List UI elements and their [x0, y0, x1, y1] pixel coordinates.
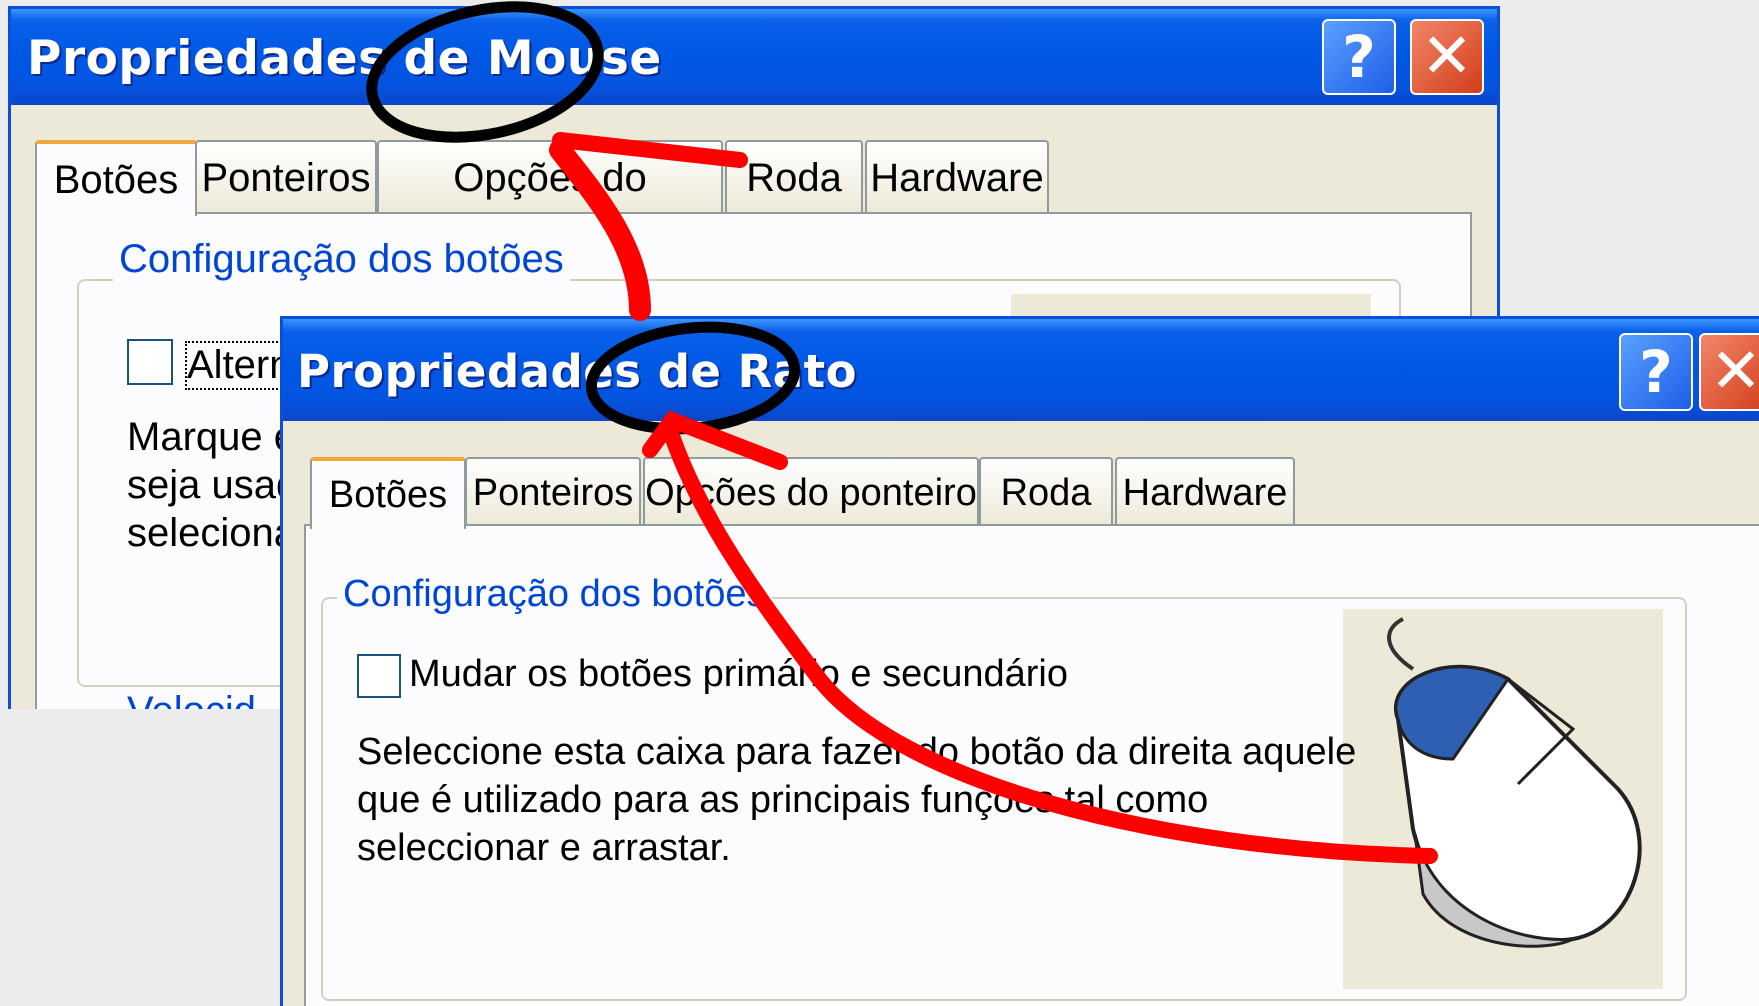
- tab-botoes[interactable]: Botões: [310, 457, 466, 529]
- mouse-preview-area: [1343, 609, 1663, 989]
- description-line-1: Marque e: [127, 415, 296, 459]
- tab-hardware[interactable]: Hardware: [865, 140, 1049, 214]
- checkbox-label[interactable]: Mudar os botões primário e secundário: [409, 653, 1068, 696]
- close-button[interactable]: ✕: [1410, 19, 1484, 95]
- swap-buttons-checkbox[interactable]: [127, 339, 173, 385]
- tab-opcoes-do-ponteiro[interactable]: Opções do ponteiro: [643, 457, 979, 527]
- tab-roda[interactable]: Roda: [725, 140, 863, 214]
- tab-roda[interactable]: Roda: [979, 457, 1113, 527]
- tab-ponteiros[interactable]: Ponteiros: [465, 457, 641, 527]
- tab-ponteiros[interactable]: Ponteiros: [195, 140, 377, 214]
- window-title: Propriedades de Rato: [297, 345, 858, 398]
- group-title: Configuração dos botões: [337, 573, 772, 616]
- description-line-1: Seleccione esta caixa para fazer do botã…: [357, 731, 1357, 773]
- close-button[interactable]: ✕: [1699, 333, 1759, 411]
- tab-botoes[interactable]: Botões: [35, 140, 197, 216]
- description-line-2: que é utilizado para as principais funçõ…: [357, 779, 1209, 821]
- mouse-illustration: [1387, 617, 1642, 948]
- description-line-2: seja usad: [127, 463, 299, 507]
- title-bar[interactable]: Propriedades de Rato ? ✕: [283, 319, 1759, 421]
- tab-opcoes-do-ponteiro[interactable]: Opções do ponteiro: [377, 140, 723, 272]
- window-title: Propriedades de Mouse: [27, 31, 662, 86]
- description-line-3: seleccionar e arrastar.: [357, 827, 731, 869]
- group-title: Configuração dos botões: [113, 237, 570, 282]
- mouse-properties-dialog-front: Propriedades de Rato ? ✕ Botões Ponteiro…: [280, 316, 1759, 1006]
- tab-hardware[interactable]: Hardware: [1115, 457, 1295, 527]
- title-bar[interactable]: Propriedades de Mouse ? ✕: [11, 9, 1497, 105]
- speed-group-title: Velocid: [127, 689, 256, 709]
- help-button[interactable]: ?: [1619, 333, 1693, 411]
- swap-buttons-checkbox[interactable]: [357, 654, 401, 698]
- help-button[interactable]: ?: [1322, 19, 1396, 95]
